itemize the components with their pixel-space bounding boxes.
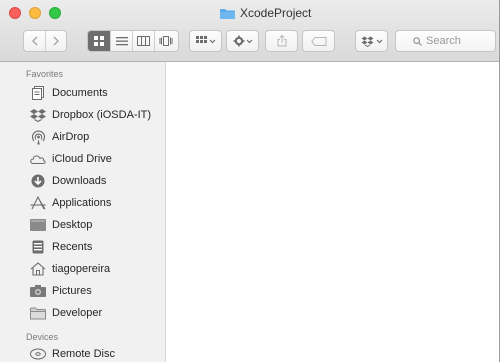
download-icon	[30, 173, 46, 189]
forward-icon	[53, 36, 59, 46]
minimize-button[interactable]	[29, 7, 41, 19]
documents-icon	[30, 85, 46, 101]
arrange-button[interactable]	[189, 30, 222, 52]
sidebar-item-label: iCloud Drive	[52, 153, 112, 165]
sidebar-item-remote-disc[interactable]: Remote Disc	[30, 344, 115, 362]
applications-icon	[30, 195, 46, 211]
airdrop-icon	[30, 129, 46, 145]
sidebar-item-label: Remote Disc	[52, 348, 115, 360]
sidebar-item-label: tiagopereira	[52, 263, 111, 275]
dropbox-icon	[30, 107, 46, 123]
list-view-icon	[115, 37, 128, 46]
sidebar-item-label: Pictures	[52, 285, 92, 297]
sidebar-item-airdrop[interactable]: AirDrop	[30, 127, 89, 147]
view-mode-control	[87, 30, 179, 52]
icon-view-icon	[94, 36, 105, 46]
sidebar-item-pictures[interactable]: Pictures	[30, 281, 92, 301]
maximize-button[interactable]	[49, 7, 61, 19]
sidebar-item-label: Downloads	[52, 175, 107, 187]
sidebar-item-applications[interactable]: Applications	[30, 193, 111, 213]
sidebar: Favorites Documents Dropbox (iOSDA-IT) A…	[0, 62, 166, 362]
home-icon	[30, 261, 46, 277]
share-button[interactable]	[265, 30, 298, 52]
sidebar-item-home[interactable]: tiagopereira	[30, 259, 110, 279]
search-placeholder: Search	[426, 35, 461, 47]
camera-icon	[30, 283, 46, 299]
arrange-icon	[195, 36, 215, 44]
sidebar-item-downloads[interactable]: Downloads	[30, 171, 106, 191]
back-button[interactable]	[24, 31, 46, 51]
column-view-button[interactable]	[133, 31, 155, 51]
search-field[interactable]: Search	[395, 30, 496, 52]
sidebar-item-desktop[interactable]: Desktop	[30, 215, 92, 235]
sidebar-item-documents[interactable]: Documents	[30, 83, 108, 103]
column-view-icon	[136, 36, 150, 46]
action-button[interactable]	[226, 30, 259, 52]
sidebar-item-label: Desktop	[52, 219, 93, 231]
back-icon	[31, 36, 37, 46]
folder-icon	[30, 305, 46, 321]
sidebar-item-dropbox[interactable]: Dropbox (iOSDA-IT)	[30, 105, 151, 125]
devices-section-title: Devices	[26, 332, 59, 342]
forward-button[interactable]	[46, 31, 66, 51]
dropbox-icon	[361, 36, 382, 47]
cloud-icon	[30, 151, 46, 167]
cover-flow-button[interactable]	[155, 31, 178, 51]
action-gear-icon	[233, 35, 252, 47]
cover-flow-icon	[159, 36, 173, 46]
window-title: XcodeProject	[220, 5, 311, 21]
list-view-button[interactable]	[111, 31, 134, 51]
folder-icon	[220, 8, 235, 19]
tag-icon	[310, 36, 326, 46]
disc-icon	[30, 346, 46, 362]
close-button[interactable]	[9, 7, 21, 19]
sidebar-item-label: Recents	[52, 241, 93, 253]
icon-view-button[interactable]	[88, 31, 112, 51]
recents-icon	[30, 239, 46, 255]
sidebar-item-label: Applications	[52, 197, 112, 209]
file-browser-area[interactable]	[166, 62, 499, 362]
finder-window: XcodeProject Search Favorites Documents …	[0, 0, 500, 362]
favorites-section-title: Favorites	[26, 69, 64, 79]
tag-button[interactable]	[302, 30, 335, 52]
sidebar-item-recents[interactable]: Recents	[30, 237, 92, 257]
desktop-icon	[30, 217, 46, 233]
dropbox-button[interactable]	[355, 30, 388, 52]
window-title-text: XcodeProject	[240, 6, 312, 20]
sidebar-item-label: AirDrop	[52, 131, 90, 143]
back-forward-control	[23, 30, 67, 52]
sidebar-item-icloud-drive[interactable]: iCloud Drive	[30, 149, 112, 169]
sidebar-item-label: Developer	[52, 307, 103, 319]
share-icon	[277, 35, 286, 47]
sidebar-item-label: Documents	[52, 87, 108, 99]
search-icon	[413, 36, 422, 46]
sidebar-item-label: Dropbox (iOSDA-IT)	[52, 109, 152, 121]
sidebar-item-developer[interactable]: Developer	[30, 303, 102, 323]
title-bar: XcodeProject Search	[0, 0, 499, 62]
